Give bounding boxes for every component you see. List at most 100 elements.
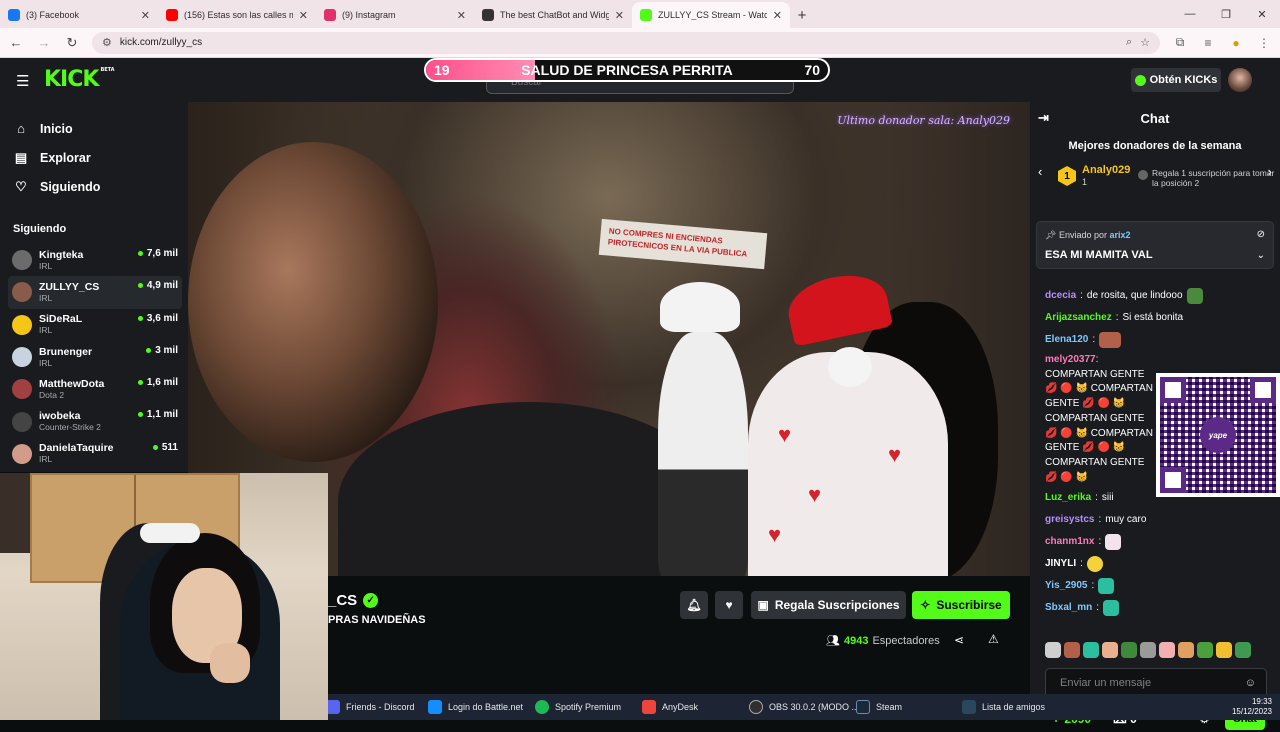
site-info-icon[interactable]: ⚙ — [102, 36, 112, 49]
chat-username[interactable]: Yis_2905 — [1045, 579, 1087, 594]
emote-icon[interactable] — [1064, 642, 1080, 658]
get-kicks-button[interactable]: Obtén KICKs — [1131, 68, 1221, 92]
share-icon[interactable]: ⋖ — [954, 633, 964, 647]
reload-icon[interactable]: ↻ — [64, 35, 80, 51]
notifications-button[interactable]: 🔔︎ — [680, 591, 708, 619]
close-window-icon[interactable]: ✕ — [1244, 0, 1280, 28]
rank-badge: 1 — [1058, 166, 1076, 186]
live-dot-icon — [137, 315, 143, 321]
taskbar-item-anydesk[interactable]: AnyDesk — [642, 694, 698, 720]
media-icon[interactable]: ≡ — [1200, 36, 1216, 50]
following-item[interactable]: Kingteka IRL 7,6 mil — [8, 244, 182, 276]
browser-tab-active[interactable]: ZULLYY_CS Stream - Watch ✕ — [632, 2, 790, 28]
browser-tab[interactable]: The best ChatBot and Widgets✕ — [474, 2, 632, 28]
chevron-down-icon[interactable]: ⌄ — [1257, 250, 1265, 261]
taskbar-item-obs[interactable]: OBS 30.0.2 (MODO ... — [749, 694, 859, 720]
avatar — [12, 347, 32, 368]
emote-icon[interactable] — [1140, 642, 1156, 658]
menu-icon[interactable]: ⋮ — [1256, 36, 1272, 50]
gift-subs-button[interactable]: ▣ Regala Suscripciones — [751, 591, 906, 619]
viewer-count: 1,1 mil — [137, 409, 178, 420]
zoom-icon[interactable]: ⌕ — [1126, 36, 1132, 49]
close-icon[interactable]: ✕ — [141, 9, 150, 22]
restore-icon[interactable]: ❐ — [1208, 0, 1244, 28]
top-donor[interactable]: 1 Analy029 1 — [1058, 164, 1130, 188]
extensions-icon[interactable]: ⧉ — [1172, 35, 1188, 50]
emote-icon[interactable] — [1121, 642, 1137, 658]
following-item[interactable]: MatthewDota Dota 2 1,6 mil — [8, 373, 182, 405]
forward-icon[interactable]: → — [36, 35, 52, 50]
subscribe-button[interactable]: ✧ Suscribirse — [912, 591, 1010, 619]
follow-button[interactable]: ♥ — [715, 591, 743, 619]
emote-icon[interactable] — [1159, 642, 1175, 658]
chat-username[interactable]: greisystcs — [1045, 513, 1094, 528]
profile-icon[interactable]: ● — [1228, 36, 1244, 50]
chat-username[interactable]: Luz_erika — [1045, 491, 1091, 506]
taskbar-item-spotify[interactable]: Spotify Premium — [535, 694, 621, 720]
emote-icon[interactable] — [1197, 642, 1213, 658]
menu-icon[interactable]: ☰ — [16, 72, 29, 90]
following-item[interactable]: SiDeRaL IRL 3,6 mil — [8, 309, 182, 341]
chevron-left-icon[interactable]: ‹ — [1038, 164, 1042, 179]
user-avatar[interactable] — [1228, 68, 1252, 92]
bookmark-star-icon[interactable]: ☆ — [1140, 36, 1150, 49]
chat-username[interactable]: chanm1nx — [1045, 535, 1094, 550]
back-icon[interactable]: ← — [8, 35, 24, 50]
emote-icon — [1105, 534, 1122, 551]
chat-username[interactable]: mely20377 — [1045, 354, 1096, 365]
hide-icon[interactable]: ⊘ — [1257, 229, 1265, 240]
browser-tab[interactable]: (9) Instagram ✕ — [316, 2, 474, 28]
instagram-icon — [324, 9, 336, 21]
emote-icon[interactable] — [1083, 642, 1099, 658]
following-item[interactable]: iwobeka Counter-Strike 2 1,1 mil — [8, 405, 182, 437]
close-icon[interactable]: ✕ — [457, 9, 466, 22]
nav-following[interactable]: ♡ Siguiendo — [14, 172, 174, 201]
gift-tip[interactable]: Regala 1 suscripción para tomar la posic… — [1138, 168, 1280, 188]
avatar — [12, 314, 32, 335]
chat-message: Elena120: — [1045, 329, 1275, 351]
taskbar-item-battlenet[interactable]: Login do Battle.net — [428, 694, 523, 720]
report-icon[interactable]: ⚠ — [988, 632, 999, 646]
taskbar-item-discord[interactable]: Friends - Discord — [326, 694, 415, 720]
chat-username[interactable]: JINYLI — [1045, 557, 1076, 572]
viewer-count: 1,6 mil — [137, 377, 178, 388]
url-input[interactable]: ⚙ kick.com/zullyy_cs ⌕ ☆ — [92, 31, 1160, 54]
heart-pattern: ♥ — [778, 422, 792, 447]
browser-tab[interactable]: (156) Estas son las calles más a...✕ — [158, 2, 316, 28]
taskbar-item-friends[interactable]: Lista de amigos — [962, 694, 1045, 720]
chat-username[interactable]: Elena120 — [1045, 333, 1088, 348]
close-icon[interactable]: ✕ — [773, 9, 782, 22]
following-item[interactable]: ZULLYY_CS IRL 4,9 mil — [8, 276, 182, 309]
close-icon[interactable]: ✕ — [299, 9, 308, 22]
chat-username[interactable]: Sbxal_mn — [1045, 601, 1092, 616]
taskbar-item-steam[interactable]: Steam — [856, 694, 902, 720]
emote-icon[interactable] — [1235, 642, 1251, 658]
close-icon[interactable]: ✕ — [615, 9, 624, 22]
taskbar-clock[interactable]: 19:33 15/12/2023 — [1232, 697, 1272, 717]
channel-name[interactable]: _CS ✓ — [328, 592, 379, 609]
emote-icon[interactable] — [1178, 642, 1194, 658]
goal-bar: 19 SALUD DE PRINCESA PERRITA 70 — [424, 58, 830, 82]
nav-explore[interactable]: ▤ Explorar — [14, 143, 174, 172]
chat-username[interactable]: Arijazsanchez — [1045, 311, 1112, 326]
chat-message: Arijazsanchez: Si está bonita — [1045, 307, 1275, 329]
pinned-message[interactable]: 📌︎ Enviado por arix2 ESA MI MAMITA VAL ⊘… — [1036, 221, 1274, 269]
goal-target: 70 — [804, 62, 820, 78]
compass-icon: ▤ — [14, 149, 28, 165]
emoji-picker-icon[interactable]: ☺ — [1245, 677, 1256, 689]
following-item[interactable]: DanielaTaquire IRL 511 — [8, 438, 182, 470]
emote-icon[interactable] — [1216, 642, 1232, 658]
emote-icon[interactable] — [1045, 642, 1061, 658]
collapse-chat-icon[interactable]: ⇥ — [1038, 110, 1049, 126]
following-item[interactable]: Brunenger IRL 3 mil — [8, 341, 182, 373]
emote-icon[interactable] — [1102, 642, 1118, 658]
viewer-count: 4,9 mil — [137, 280, 178, 291]
kick-logo[interactable]: KICK BETA — [44, 67, 115, 92]
chat-username[interactable]: dcecia — [1045, 289, 1076, 304]
new-tab-button[interactable]: + — [790, 2, 814, 28]
minimize-icon[interactable]: — — [1172, 0, 1208, 28]
chatbot-icon — [482, 9, 494, 21]
browser-tab[interactable]: (3) Facebook ✕ — [0, 2, 158, 28]
nav-home[interactable]: ⌂ Inicio — [14, 114, 174, 143]
live-dot-icon — [137, 380, 143, 386]
